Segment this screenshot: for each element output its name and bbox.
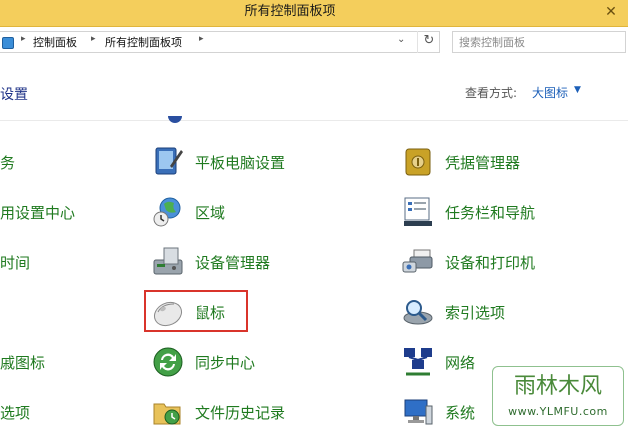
control-panel-icon (2, 37, 14, 49)
address-bar[interactable]: ▸ 控制面板 ▸ 所有控制面板项 ▸ ⌄ ↻ (0, 31, 440, 53)
search-input[interactable] (452, 31, 626, 53)
item-label: 网络 (445, 354, 476, 372)
page-title: 设置 (0, 87, 28, 103)
tablet-pc-settings-icon (155, 147, 183, 175)
view-by-dropdown[interactable]: 大图标 (532, 84, 568, 101)
sync-center-icon (153, 347, 183, 377)
item-label: 同步中心 (195, 354, 256, 372)
credential-manager-icon (405, 148, 431, 176)
mouse-highlight-frame (144, 290, 248, 332)
breadcrumb-all-items[interactable]: 所有控制面板项 (105, 34, 182, 50)
header-divider (0, 120, 628, 121)
address-dropdown-icon[interactable]: ⌄ (397, 34, 405, 45)
item-label: 系统 (445, 404, 476, 422)
watermark-url: www.YLMFU.com (508, 405, 608, 418)
region-globe-icon (153, 197, 181, 227)
left-column-item[interactable]: 戚图标 (0, 352, 45, 373)
title-bar: 所有控制面板项 ✕ (0, 0, 628, 27)
left-column-item[interactable]: 时间 (0, 252, 30, 273)
taskbar-navigation-icon (404, 197, 432, 226)
item-label: 文件历史记录 (195, 404, 286, 422)
refresh-icon[interactable]: ↻ (417, 31, 440, 53)
system-icon (404, 399, 433, 425)
devices-printers-icon (402, 249, 433, 273)
view-by-caret-icon[interactable]: ▼ (574, 85, 581, 95)
item-label: 平板电脑设置 (195, 154, 286, 172)
item-label: 设备和打印机 (445, 254, 536, 272)
breadcrumb-separator-icon[interactable]: ▸ (91, 34, 96, 44)
address-toolbar: ▸ 控制面板 ▸ 所有控制面板项 ▸ ⌄ ↻ (0, 27, 628, 57)
item-label: 任务栏和导航 (445, 204, 536, 222)
left-column-item[interactable]: 用设置中心 (0, 202, 75, 223)
breadcrumb-separator-icon[interactable]: ▸ (21, 34, 26, 44)
item-label: 索引选项 (445, 304, 506, 322)
network-icon (404, 348, 432, 376)
item-label: 凭据管理器 (445, 154, 521, 172)
breadcrumb-control-panel[interactable]: 控制面板 (33, 34, 77, 50)
item-label: 区域 (195, 204, 226, 222)
breadcrumb-separator-icon[interactable]: ▸ (199, 34, 204, 44)
watermark-logo-text: 雨林木风 (513, 374, 602, 399)
indexing-options-icon (403, 300, 433, 325)
item-label: 设备管理器 (195, 254, 271, 272)
left-column-item[interactable]: 务 (0, 152, 15, 173)
view-by-label: 查看方式: (465, 86, 518, 100)
left-column-item[interactable]: 选项 (0, 402, 30, 423)
device-manager-icon (153, 247, 183, 275)
file-history-icon (153, 403, 181, 425)
close-icon[interactable]: ✕ (600, 2, 622, 24)
partially-hidden-icon (168, 116, 182, 123)
watermark-logo: 雨林木风 www.YLMFU.com (492, 366, 624, 426)
window-title: 所有控制面板项 (244, 4, 336, 19)
